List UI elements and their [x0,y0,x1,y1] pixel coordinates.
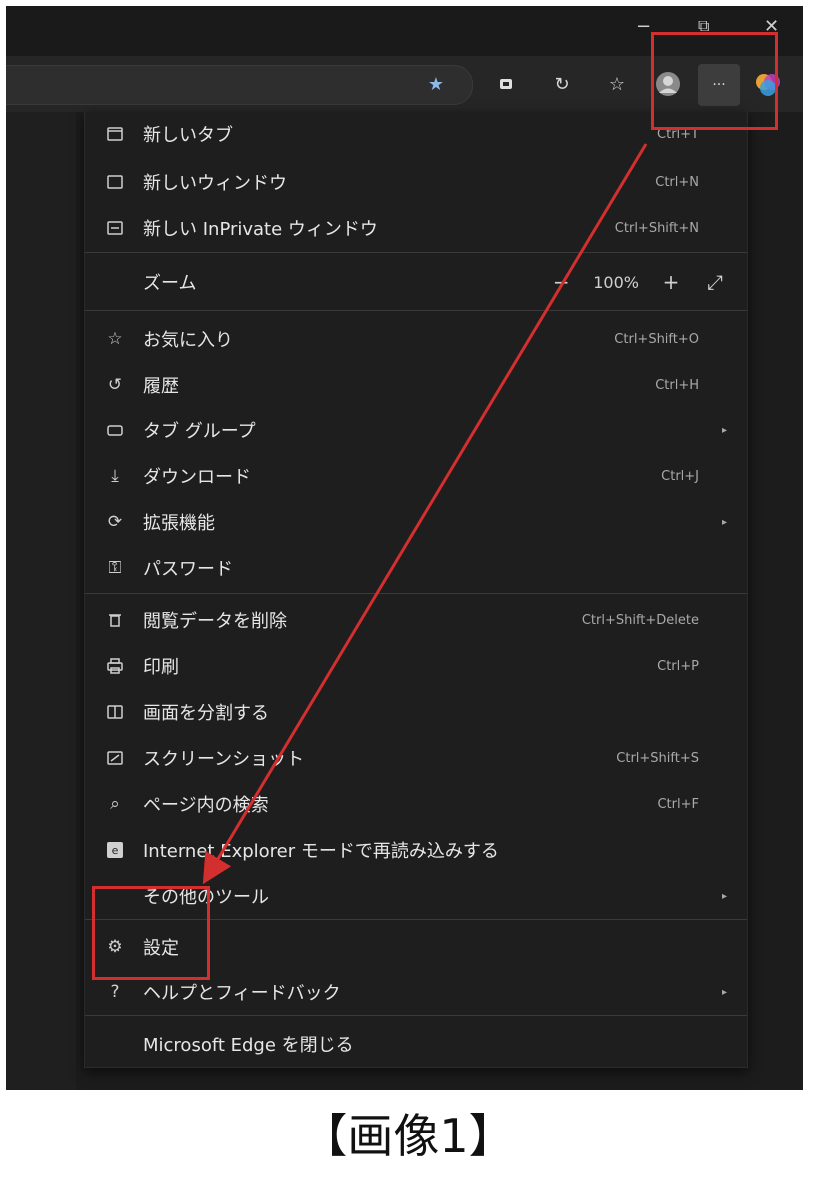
image-caption: 【画像1】 [301,1109,515,1163]
browser-screenshot: − ⧉ ✕ ★ ↻ ☆ ··· 新しいタブ Ctrl+T 新しいウィンドウ Ct… [6,6,803,1090]
annotation-arrow [202,143,648,885]
